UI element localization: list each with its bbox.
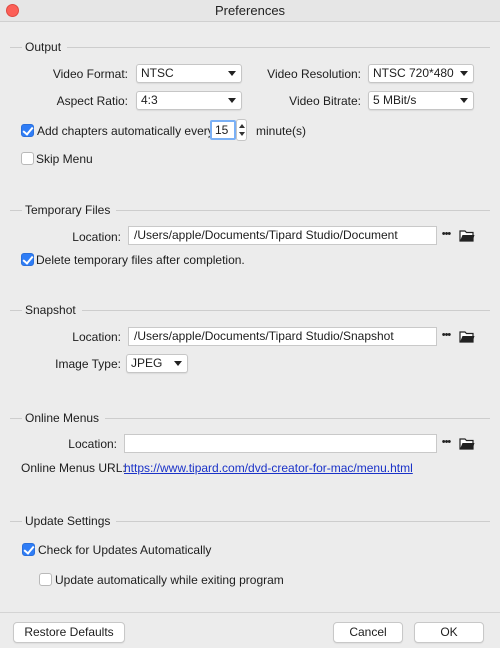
temporary-browse-button[interactable]: ••• (436, 226, 456, 245)
aspect-ratio-select[interactable]: 4:3 (136, 91, 242, 110)
folder-icon[interactable] (459, 437, 475, 450)
video-bitrate-select[interactable]: 5 MBit/s (368, 91, 474, 110)
close-window-icon[interactable] (6, 4, 19, 17)
snapshot-location-label: Location: (72, 330, 121, 344)
video-resolution-value: NTSC 720*480 (373, 66, 454, 80)
temporary-location-label: Location: (72, 230, 121, 244)
snapshot-divider (10, 310, 490, 311)
chevron-down-icon (460, 71, 468, 76)
output-section-title: Output (22, 40, 68, 54)
skip-menu-label: Skip Menu (36, 152, 93, 166)
check-updates-label: Check for Updates Automatically (38, 543, 212, 557)
restore-defaults-button[interactable]: Restore Defaults (13, 622, 125, 643)
image-type-label: Image Type: (55, 357, 121, 371)
check-updates-checkbox[interactable] (22, 543, 35, 556)
skip-menu-checkbox[interactable] (21, 152, 34, 165)
footer-divider (0, 612, 500, 613)
folder-icon[interactable] (459, 229, 475, 242)
auto-update-checkbox[interactable] (39, 573, 52, 586)
stepper-up-icon[interactable] (239, 124, 245, 128)
temporary-location-input[interactable]: /Users/apple/Documents/Tipard Studio/Doc… (128, 226, 437, 245)
aspect-ratio-value: 4:3 (141, 93, 158, 107)
snapshot-browse-button[interactable]: ••• (436, 327, 456, 346)
window-title: Preferences (214, 3, 286, 18)
chevron-down-icon (460, 98, 468, 103)
temporary-files-section-title: Temporary Files (22, 203, 117, 217)
output-divider (10, 47, 490, 48)
image-type-select[interactable]: JPEG (126, 354, 188, 373)
chevron-down-icon (228, 98, 236, 103)
delete-temporary-label: Delete temporary files after completion. (36, 253, 245, 267)
minutes-label: minute(s) (256, 124, 307, 138)
video-format-value: NTSC (141, 66, 174, 80)
online-menus-browse-button[interactable]: ••• (436, 434, 456, 453)
add-chapters-checkbox[interactable] (21, 124, 34, 137)
chevron-down-icon (174, 361, 182, 366)
title-bar: Preferences (0, 0, 500, 22)
chevron-down-icon (228, 71, 236, 76)
auto-update-label: Update automatically while exiting progr… (55, 573, 284, 587)
video-resolution-label: Video Resolution: (267, 67, 361, 81)
folder-icon[interactable] (459, 330, 475, 343)
online-menus-location-label: Location: (68, 437, 117, 451)
aspect-ratio-label: Aspect Ratio: (56, 94, 128, 108)
update-settings-section-title: Update Settings (22, 514, 117, 528)
snapshot-section-title: Snapshot (22, 303, 82, 317)
image-type-value: JPEG (131, 356, 163, 370)
video-bitrate-value: 5 MBit/s (373, 93, 417, 107)
snapshot-location-input[interactable]: /Users/apple/Documents/Tipard Studio/Sna… (128, 327, 437, 346)
add-chapters-label: Add chapters automatically every (37, 124, 214, 138)
online-menus-url-label: Online Menus URL: (21, 461, 126, 475)
chapter-interval-stepper[interactable] (236, 119, 247, 141)
ok-button[interactable]: OK (414, 622, 484, 643)
video-format-label: Video Format: (52, 67, 128, 81)
chapter-interval-input[interactable]: 15 (210, 120, 236, 140)
video-format-select[interactable]: NTSC (136, 64, 242, 83)
video-bitrate-label: Video Bitrate: (289, 94, 361, 108)
online-menus-location-input[interactable] (124, 434, 437, 453)
delete-temporary-checkbox[interactable] (21, 253, 34, 266)
video-resolution-select[interactable]: NTSC 720*480 (368, 64, 474, 83)
online-menus-section-title: Online Menus (22, 411, 106, 425)
stepper-down-icon[interactable] (239, 132, 245, 136)
cancel-button[interactable]: Cancel (333, 622, 403, 643)
online-menus-url-link[interactable]: https://www.tipard.com/dvd-creator-for-m… (124, 461, 413, 475)
